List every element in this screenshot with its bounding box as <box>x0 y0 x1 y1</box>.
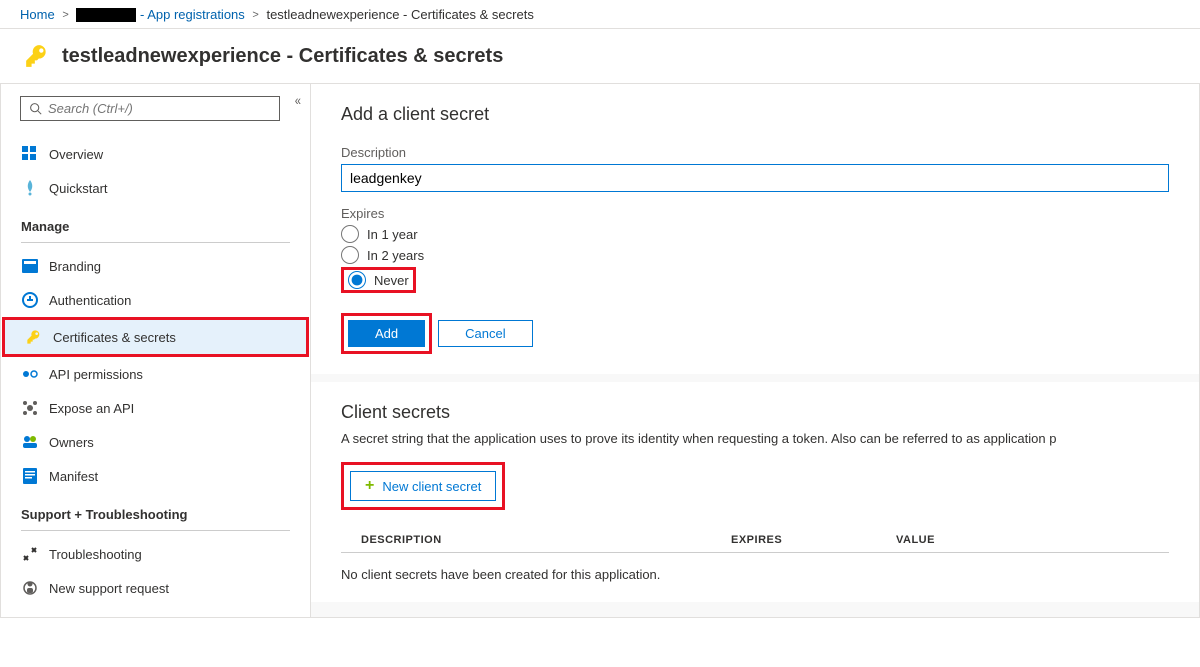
quickstart-icon <box>21 179 39 197</box>
sidebar-item-label: API permissions <box>49 367 143 382</box>
add-client-secret-panel: Add a client secret Description Expires … <box>311 84 1199 374</box>
sidebar-item-label: Branding <box>49 259 101 274</box>
sidebar-item-new-support-request[interactable]: New support request <box>1 571 310 605</box>
radio-never[interactable]: Never <box>341 267 416 293</box>
branding-icon <box>21 257 39 275</box>
description-input[interactable] <box>341 164 1169 192</box>
radio-label: In 2 years <box>367 248 424 263</box>
highlight-box: Add <box>341 313 432 354</box>
sidebar-item-owners[interactable]: Owners <box>1 425 310 459</box>
expires-label: Expires <box>341 206 1169 221</box>
troubleshooting-icon <box>21 545 39 563</box>
sidebar-item-label: Expose an API <box>49 401 134 416</box>
client-secrets-section: Client secrets A secret string that the … <box>311 382 1199 602</box>
sidebar-item-label: New support request <box>49 581 169 596</box>
radio-input[interactable] <box>341 246 359 264</box>
chevron-right-icon: > <box>58 9 72 21</box>
breadcrumb: Home > - App registrations > testleadnew… <box>0 0 1200 29</box>
plus-icon: + <box>365 477 374 495</box>
radio-1-year[interactable]: In 1 year <box>341 225 1169 243</box>
description-label: Description <box>341 145 1169 160</box>
sidebar-item-label: Overview <box>49 147 103 162</box>
panel-title: Add a client secret <box>341 104 1169 125</box>
sidebar-item-label: Authentication <box>49 293 131 308</box>
redacted-tenant <box>76 8 136 22</box>
sidebar-item-label: Certificates & secrets <box>53 330 176 345</box>
section-description: A secret string that the application use… <box>341 431 1169 446</box>
cancel-button[interactable]: Cancel <box>438 320 532 347</box>
sidebar-section-support: Support + Troubleshooting <box>1 493 310 526</box>
button-label: New client secret <box>382 479 481 494</box>
new-client-secret-button[interactable]: + New client secret <box>350 471 496 501</box>
sidebar-item-api-permissions[interactable]: API permissions <box>1 357 310 391</box>
column-expires: EXPIRES <box>731 534 896 546</box>
sidebar-item-label: Quickstart <box>49 181 108 196</box>
sidebar-item-label: Troubleshooting <box>49 547 142 562</box>
collapse-sidebar-icon[interactable]: « <box>295 92 301 108</box>
search-input-wrapper[interactable] <box>20 96 280 121</box>
highlight-box: + New client secret <box>341 462 505 510</box>
radio-2-years[interactable]: In 2 years <box>341 246 1169 264</box>
breadcrumb-home[interactable]: Home <box>20 7 55 22</box>
radio-label: Never <box>374 273 409 288</box>
chevron-right-icon: > <box>248 9 262 21</box>
page-header: testleadnewexperience - Certificates & s… <box>0 29 1200 84</box>
key-icon <box>25 328 43 346</box>
radio-input[interactable] <box>341 225 359 243</box>
section-title: Client secrets <box>341 402 1169 423</box>
divider <box>341 552 1169 553</box>
authentication-icon <box>21 291 39 309</box>
column-value: VALUE <box>896 534 1169 546</box>
main-content: Add a client secret Description Expires … <box>311 84 1199 617</box>
sidebar-section-manage: Manage <box>1 205 310 238</box>
sidebar-item-authentication[interactable]: Authentication <box>1 283 310 317</box>
divider <box>21 530 290 531</box>
sidebar-item-manifest[interactable]: Manifest <box>1 459 310 493</box>
table-header: DESCRIPTION EXPIRES VALUE <box>341 528 1169 552</box>
divider <box>21 242 290 243</box>
sidebar-item-branding[interactable]: Branding <box>1 249 310 283</box>
page-title: testleadnewexperience - Certificates & s… <box>62 45 503 68</box>
radio-label: In 1 year <box>367 227 418 242</box>
expose-api-icon <box>21 399 39 417</box>
search-icon <box>29 102 42 115</box>
sidebar: « Overview Quickstart Manage Branding Au… <box>1 84 311 617</box>
breadcrumb-app-registrations[interactable]: - App registrations <box>140 7 245 22</box>
api-permissions-icon <box>21 365 39 383</box>
sidebar-item-label: Owners <box>49 435 94 450</box>
add-button[interactable]: Add <box>348 320 425 347</box>
breadcrumb-current: testleadnewexperience - Certificates & s… <box>266 7 533 22</box>
empty-state-message: No client secrets have been created for … <box>341 567 1169 582</box>
search-input[interactable] <box>48 101 271 116</box>
sidebar-item-expose-api[interactable]: Expose an API <box>1 391 310 425</box>
sidebar-item-overview[interactable]: Overview <box>1 137 310 171</box>
key-icon <box>24 43 50 69</box>
sidebar-item-certificates[interactable]: Certificates & secrets <box>5 320 306 354</box>
overview-icon <box>21 145 39 163</box>
sidebar-item-label: Manifest <box>49 469 98 484</box>
owners-icon <box>21 433 39 451</box>
sidebar-item-quickstart[interactable]: Quickstart <box>1 171 310 205</box>
column-description: DESCRIPTION <box>341 534 731 546</box>
sidebar-item-troubleshooting[interactable]: Troubleshooting <box>1 537 310 571</box>
support-request-icon <box>21 579 39 597</box>
radio-input[interactable] <box>348 271 366 289</box>
manifest-icon <box>21 467 39 485</box>
